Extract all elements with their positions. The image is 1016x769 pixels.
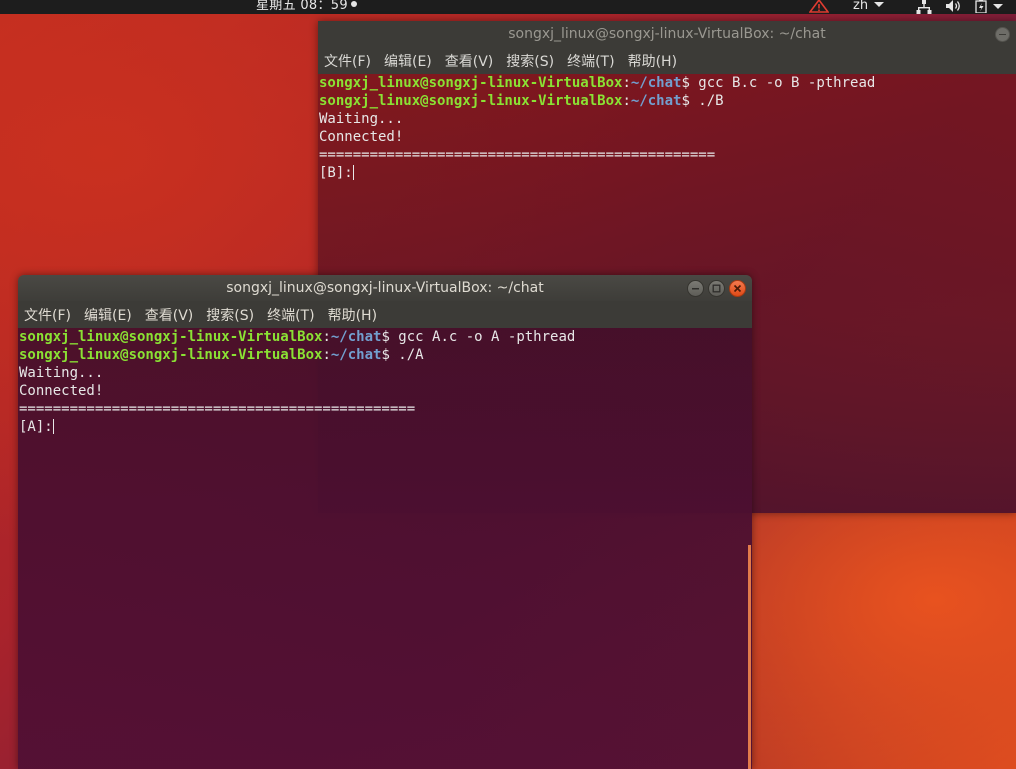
separator-line: ========================================… xyxy=(19,401,416,417)
prompt-user: songxj_linux@songxj-linux-VirtualBox xyxy=(319,75,623,91)
system-menu[interactable] xyxy=(975,0,1003,15)
command-line: songxj_linux@songxj-linux-VirtualBox:~/c… xyxy=(19,328,752,346)
command-line: songxj_linux@songxj-linux-VirtualBox:~/c… xyxy=(19,346,752,364)
separator-line: ========================================… xyxy=(319,147,716,163)
command-text: $ gcc B.c -o B -pthread xyxy=(681,75,876,91)
window-controls xyxy=(687,280,746,297)
maximize-icon[interactable] xyxy=(708,280,725,297)
minimize-icon[interactable] xyxy=(687,280,704,297)
input-prompt-line: [B]: xyxy=(319,164,1016,182)
menu-terminal[interactable]: 终端(T) xyxy=(267,305,314,325)
text-cursor xyxy=(352,165,354,180)
top-panel: 星期五 08：59 zh xyxy=(0,0,1016,14)
menu-bar: 文件(F) 编辑(E) 查看(V) 搜索(S) 终端(T) 帮助(H) xyxy=(318,47,1016,74)
text-cursor xyxy=(52,419,54,434)
input-method-menu[interactable]: zh xyxy=(853,0,885,13)
prompt-user: songxj_linux@songxj-linux-VirtualBox xyxy=(19,329,323,345)
command-line: songxj_linux@songxj-linux-VirtualBox:~/c… xyxy=(319,92,1016,110)
prompt-path: ~/chat xyxy=(330,347,382,363)
prompt-path: ~/chat xyxy=(630,93,682,109)
output-line: Connected! xyxy=(319,129,404,145)
menu-bar: 文件(F) 编辑(E) 查看(V) 搜索(S) 终端(T) 帮助(H) xyxy=(18,301,752,328)
chat-prompt: [A]: xyxy=(19,419,53,435)
window-titlebar[interactable]: songxj_linux@songxj-linux-VirtualBox: ~/… xyxy=(18,275,752,301)
terminal-output[interactable]: songxj_linux@songxj-linux-VirtualBox:~/c… xyxy=(18,328,752,769)
menu-search[interactable]: 搜索(S) xyxy=(506,51,554,71)
input-prompt-line: [A]: xyxy=(19,418,752,436)
menu-edit[interactable]: 编辑(E) xyxy=(384,51,432,71)
prompt-separator: : xyxy=(322,347,331,363)
clock-text: 星期五 08：59 xyxy=(256,0,348,13)
command-line: songxj_linux@songxj-linux-VirtualBox:~/c… xyxy=(319,74,1016,92)
volume-icon[interactable] xyxy=(945,0,963,17)
notification-dot-icon xyxy=(350,1,357,7)
prompt-separator: : xyxy=(622,75,631,91)
network-icon[interactable] xyxy=(916,0,932,18)
window-title: songxj_linux@songxj-linux-VirtualBox: ~/… xyxy=(508,26,826,42)
prompt-user: songxj_linux@songxj-linux-VirtualBox xyxy=(19,347,323,363)
prompt-path: ~/chat xyxy=(330,329,382,345)
battery-icon xyxy=(975,0,987,14)
output-line: Waiting... xyxy=(319,111,404,127)
command-text: $ gcc A.c -o A -pthread xyxy=(381,329,576,345)
window-title: songxj_linux@songxj-linux-VirtualBox: ~/… xyxy=(226,280,544,296)
menu-file[interactable]: 文件(F) xyxy=(24,305,71,325)
warning-icon[interactable] xyxy=(808,0,830,17)
menu-help[interactable]: 帮助(H) xyxy=(628,51,677,71)
menu-terminal[interactable]: 终端(T) xyxy=(567,51,614,71)
output-line: Waiting... xyxy=(19,365,104,381)
output-line: Connected! xyxy=(19,383,104,399)
terminal-window-a[interactable]: songxj_linux@songxj-linux-VirtualBox: ~/… xyxy=(18,275,752,769)
menu-edit[interactable]: 编辑(E) xyxy=(84,305,132,325)
menu-help[interactable]: 帮助(H) xyxy=(328,305,377,325)
prompt-separator: : xyxy=(622,93,631,109)
prompt-user: songxj_linux@songxj-linux-VirtualBox xyxy=(319,93,623,109)
menu-view[interactable]: 查看(V) xyxy=(445,51,494,71)
scrollbar[interactable] xyxy=(748,545,751,769)
language-label: zh xyxy=(853,0,869,13)
minimize-icon[interactable] xyxy=(995,27,1010,42)
prompt-path: ~/chat xyxy=(630,75,682,91)
chat-prompt: [B]: xyxy=(319,165,353,181)
menu-file[interactable]: 文件(F) xyxy=(324,51,371,71)
prompt-separator: : xyxy=(322,329,331,345)
command-text: $ ./B xyxy=(681,93,724,109)
menu-view[interactable]: 查看(V) xyxy=(145,305,194,325)
caret-down-icon xyxy=(993,4,1003,9)
clock[interactable]: 星期五 08：59 xyxy=(256,0,357,13)
close-icon[interactable] xyxy=(729,280,746,297)
caret-down-icon xyxy=(874,2,885,7)
window-titlebar[interactable]: songxj_linux@songxj-linux-VirtualBox: ~/… xyxy=(318,21,1016,47)
command-text: $ ./A xyxy=(381,347,424,363)
menu-search[interactable]: 搜索(S) xyxy=(206,305,254,325)
